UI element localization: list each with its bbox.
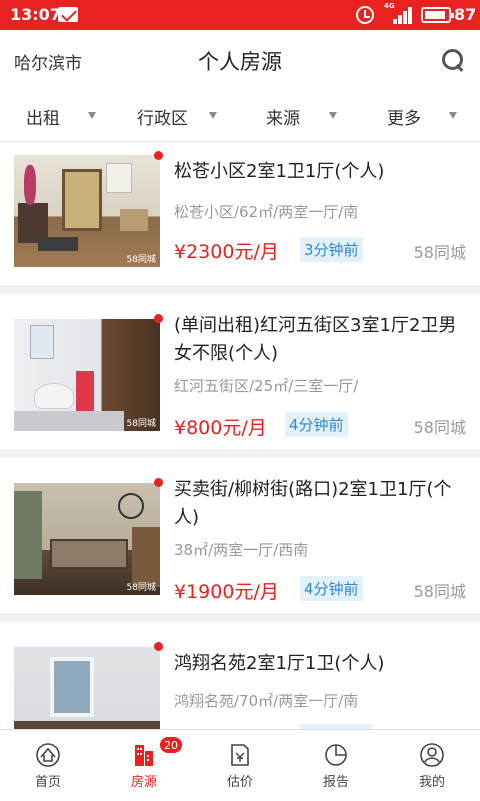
listing-item[interactable]: 鸿翔名苑2室1厅1卫(个人) 鸿翔名苑/70㎡/两室一厅/南 [0,622,480,729]
listing-price: ¥1900元/月 [174,581,279,603]
photo-watermark: 58同城 [126,255,156,265]
dropdown-arrow-icon [88,112,96,119]
tab-label: 我的 [418,775,445,790]
filter-label: 行政区 [137,109,188,129]
list-divider [0,614,480,622]
listing-title: 买卖街/柳树街(路口)2室1卫1厅(个人) [174,479,452,528]
filter-rent[interactable]: 出租 [26,104,96,129]
listing-source: 58同城 [413,582,466,601]
listing-time-tag: 4分钟前 [285,412,348,437]
search-icon[interactable] [442,49,464,71]
listing-meta: 红河五街区/25㎡/三室一厅/ [174,377,359,395]
photo-watermark: 58同城 [126,583,156,593]
listing-title: (单间出租)红河五街区3室1厅2卫男女不限(个人) [174,315,457,364]
listing-photo: 58同城 [14,483,160,595]
battery-icon [421,7,454,23]
listing-title: 松苍小区2室1卫1厅(个人) [174,161,385,182]
tab-profile[interactable]: 我的 [384,730,480,801]
photo-watermark: 58同城 [126,419,156,429]
listing-meta: 38㎡/两室一厅/西南 [174,541,309,559]
tab-listings[interactable]: 20 房源 [96,730,192,801]
alarm-icon [356,6,374,24]
header: 哈尔滨市 个人房源 [0,30,480,90]
tab-label: 估价 [226,775,253,790]
listing-item[interactable]: 58同城 (单间出租)红河五街区3室1厅2卫男女不限(个人) 红河五街区/25㎡… [0,294,480,458]
status-bar: 13:07 4G 87 [0,0,480,30]
listing-meta: 鸿翔名苑/70㎡/两室一厅/南 [174,692,359,710]
filter-label: 来源 [266,109,300,129]
tab-label: 房源 [130,775,157,790]
listing-photo: 58同城 [14,155,160,267]
home-icon [36,743,60,767]
list-divider [0,286,480,294]
listing-item[interactable]: 58同城 买卖街/柳树街(路口)2室1卫1厅(个人) 38㎡/两室一厅/西南 ¥… [0,458,480,622]
new-indicator-dot [154,642,163,651]
filter-source[interactable]: 来源 [266,104,337,129]
building-icon [135,745,153,766]
tab-valuation[interactable]: 估价 [192,730,288,801]
signal-icon [385,6,413,24]
listing-photo [14,647,160,729]
dropdown-arrow-icon [329,112,337,119]
bottom-tab-bar: 首页 20 房源 估价 报告 我的 [0,729,480,800]
dropdown-arrow-icon [209,112,217,119]
pie-chart-icon [325,744,347,766]
listing-item[interactable]: 58同城 松苍小区2室1卫1厅(个人) 松苍小区/62㎡/两室一厅/南 ¥230… [0,142,480,294]
listing-source: 58同城 [413,418,466,437]
listing-source: 58同城 [413,243,466,262]
filter-label: 更多 [387,109,421,129]
listing-title: 鸿翔名苑2室1厅1卫(个人) [174,653,385,674]
profile-icon [420,743,444,767]
status-time: 13:07 [10,5,61,24]
tab-label: 报告 [322,775,349,790]
listing-time-tag: 4分钟前 [300,576,363,601]
new-indicator-dot [154,478,163,487]
listing-price: ¥2300元/月 [174,241,279,263]
listing-photo: 58同城 [14,319,160,431]
valuation-icon [231,744,249,766]
tab-report[interactable]: 报告 [288,730,384,801]
new-indicator-dot [154,151,163,160]
list-divider [0,450,480,458]
filter-district[interactable]: 行政区 [137,104,217,129]
message-notification-icon [58,7,78,22]
new-indicator-dot [154,314,163,323]
tab-home[interactable]: 首页 [0,730,96,801]
dropdown-arrow-icon [449,112,457,119]
filter-more[interactable]: 更多 [387,104,457,129]
listing-time-tag: 3分钟前 [300,237,363,262]
tab-label: 首页 [34,775,61,790]
listing-meta: 松苍小区/62㎡/两室一厅/南 [174,203,359,221]
filter-bar: 出租 行政区 来源 更多 [0,90,480,142]
battery-level: 87 [454,5,477,24]
tab-badge: 20 [159,736,183,754]
listing-price: ¥800元/月 [174,417,267,439]
page-title: 个人房源 [198,50,282,74]
filter-label: 出租 [26,109,60,129]
